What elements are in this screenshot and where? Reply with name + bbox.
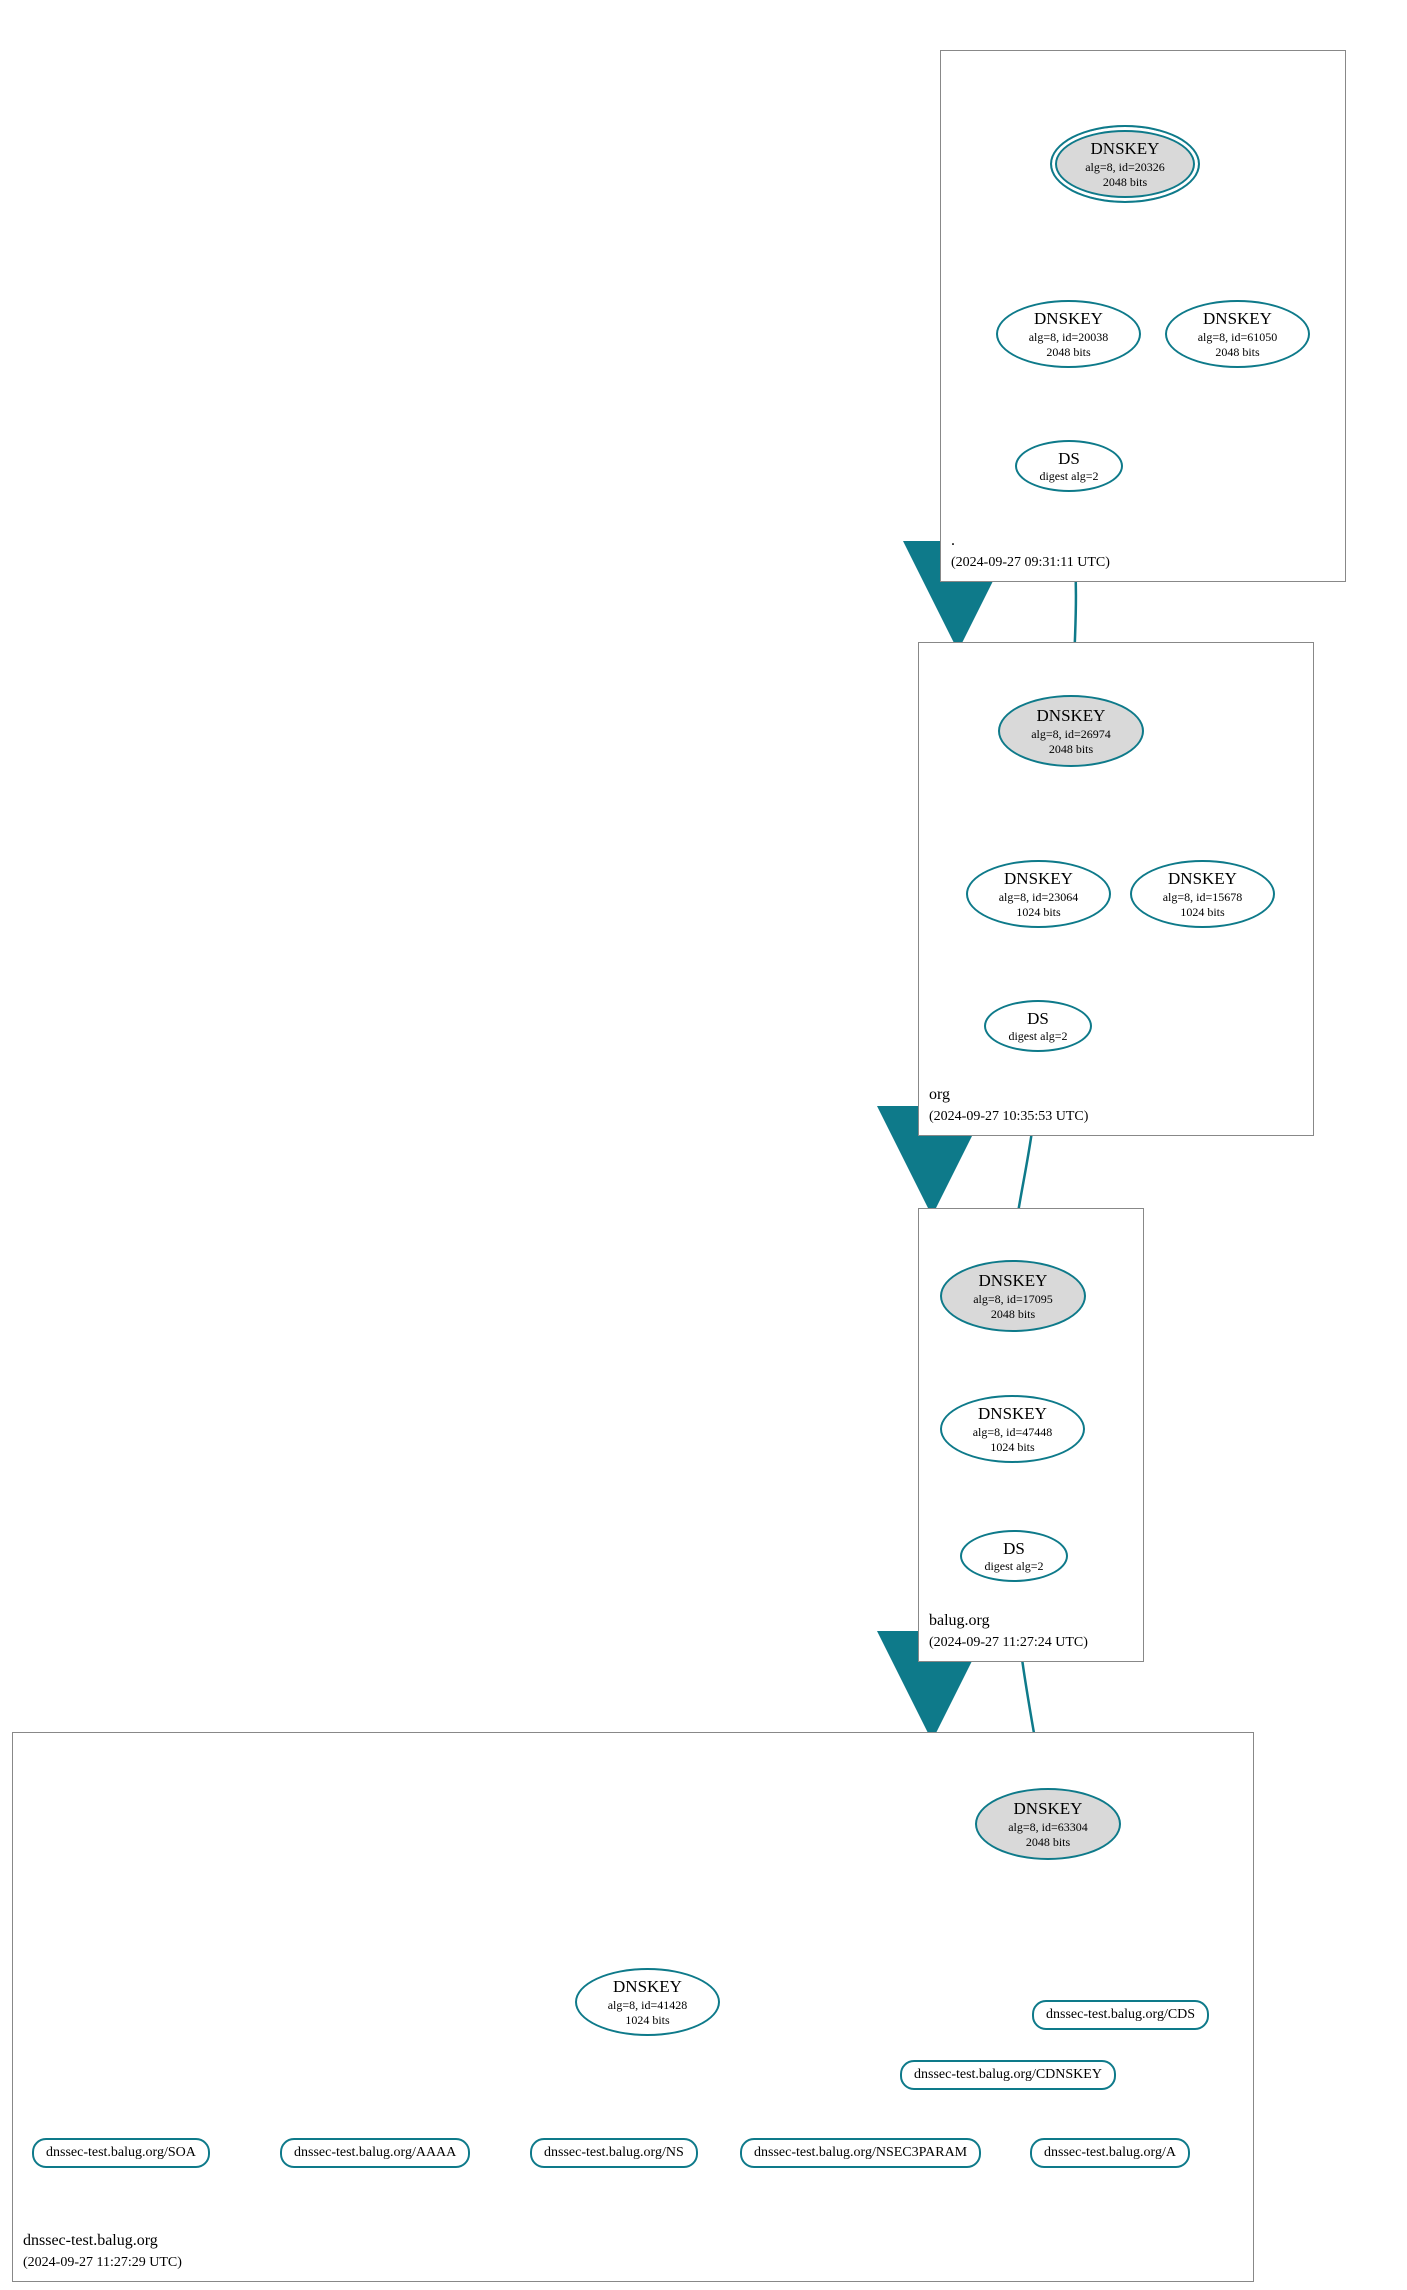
- zone-root-label: . (2024-09-27 09:31:11 UTC): [951, 530, 1110, 573]
- node-test-ksk: DNSKEY alg=8, id=63304 2048 bits: [975, 1788, 1121, 1860]
- node-sub2: 1024 bits: [1180, 905, 1224, 920]
- node-title: DNSKEY: [979, 1270, 1048, 1291]
- node-sub: alg=8, id=41428: [608, 1998, 688, 2013]
- node-root-ds: DS digest alg=2: [1015, 440, 1123, 492]
- zone-balug-name: balug.org: [929, 1612, 990, 1629]
- node-title: DNSKEY: [1037, 705, 1106, 726]
- rr-cds: dnssec-test.balug.org/CDS: [1032, 2000, 1209, 2030]
- rr-label: dnssec-test.balug.org/NSEC3PARAM: [754, 2144, 967, 2162]
- rr-a: dnssec-test.balug.org/A: [1030, 2138, 1190, 2168]
- node-sub2: 1024 bits: [1016, 905, 1060, 920]
- node-title: DNSKEY: [1203, 308, 1272, 329]
- zone-balug-ts: (2024-09-27 11:27:24 UTC): [929, 1635, 1088, 1650]
- node-sub2: 2048 bits: [991, 1307, 1035, 1322]
- node-sub: alg=8, id=20038: [1029, 330, 1109, 345]
- rr-cdnskey: dnssec-test.balug.org/CDNSKEY: [900, 2060, 1116, 2090]
- zone-balug-label: balug.org (2024-09-27 11:27:24 UTC): [929, 1610, 1088, 1653]
- node-sub2: 2048 bits: [1049, 742, 1093, 757]
- rr-soa: dnssec-test.balug.org/SOA: [32, 2138, 210, 2168]
- node-sub: digest alg=2: [984, 1559, 1043, 1574]
- rr-label: dnssec-test.balug.org/CDNSKEY: [914, 2066, 1102, 2084]
- rr-label: dnssec-test.balug.org/CDS: [1046, 2006, 1195, 2024]
- node-root-ksk: DNSKEY alg=8, id=20326 2048 bits: [1050, 125, 1200, 203]
- node-title: DNSKEY: [1091, 138, 1160, 159]
- node-sub: digest alg=2: [1008, 1029, 1067, 1044]
- node-root-extra: DNSKEY alg=8, id=61050 2048 bits: [1165, 300, 1310, 368]
- rr-label: dnssec-test.balug.org/A: [1044, 2144, 1176, 2162]
- node-org-extra: DNSKEY alg=8, id=15678 1024 bits: [1130, 860, 1275, 928]
- node-title: DNSKEY: [1034, 308, 1103, 329]
- zone-org-ts: (2024-09-27 10:35:53 UTC): [929, 1109, 1088, 1124]
- zone-root-name: .: [951, 532, 955, 549]
- node-title: DNSKEY: [613, 1976, 682, 1997]
- node-sub: alg=8, id=15678: [1163, 890, 1243, 905]
- rr-nsec3param: dnssec-test.balug.org/NSEC3PARAM: [740, 2138, 981, 2168]
- node-sub: alg=8, id=23064: [999, 890, 1079, 905]
- node-sub2: 2048 bits: [1046, 345, 1090, 360]
- node-org-zsk: DNSKEY alg=8, id=23064 1024 bits: [966, 860, 1111, 928]
- node-sub: alg=8, id=47448: [973, 1425, 1053, 1440]
- node-title: DS: [1027, 1008, 1049, 1029]
- node-sub: alg=8, id=17095: [973, 1292, 1053, 1307]
- node-balug-zsk: DNSKEY alg=8, id=47448 1024 bits: [940, 1395, 1085, 1463]
- node-sub2: 1024 bits: [625, 2013, 669, 2028]
- node-title: DS: [1058, 448, 1080, 469]
- node-sub: alg=8, id=63304: [1008, 1820, 1088, 1835]
- node-title: DNSKEY: [978, 1403, 1047, 1424]
- node-title: DS: [1003, 1538, 1025, 1559]
- zone-root-ts: (2024-09-27 09:31:11 UTC): [951, 555, 1110, 570]
- node-sub: alg=8, id=20326: [1085, 160, 1165, 175]
- node-title: DNSKEY: [1168, 868, 1237, 889]
- node-root-zsk: DNSKEY alg=8, id=20038 2048 bits: [996, 300, 1141, 368]
- zone-org-label: org (2024-09-27 10:35:53 UTC): [929, 1084, 1088, 1127]
- node-balug-ds: DS digest alg=2: [960, 1530, 1068, 1582]
- rr-label: dnssec-test.balug.org/NS: [544, 2144, 684, 2162]
- zone-org-name: org: [929, 1086, 950, 1103]
- node-sub2: 2048 bits: [1103, 175, 1147, 190]
- zone-test-name: dnssec-test.balug.org: [23, 2232, 158, 2249]
- node-org-ksk: DNSKEY alg=8, id=26974 2048 bits: [998, 695, 1144, 767]
- rr-label: dnssec-test.balug.org/SOA: [46, 2144, 196, 2162]
- rr-ns: dnssec-test.balug.org/NS: [530, 2138, 698, 2168]
- zone-test-label: dnssec-test.balug.org (2024-09-27 11:27:…: [23, 2230, 182, 2273]
- node-sub2: 1024 bits: [990, 1440, 1034, 1455]
- zone-test-ts: (2024-09-27 11:27:29 UTC): [23, 2255, 182, 2270]
- node-balug-ksk: DNSKEY alg=8, id=17095 2048 bits: [940, 1260, 1086, 1332]
- node-sub2: 2048 bits: [1026, 1835, 1070, 1850]
- node-title: DNSKEY: [1004, 868, 1073, 889]
- node-sub: digest alg=2: [1039, 469, 1098, 484]
- node-test-zsk: DNSKEY alg=8, id=41428 1024 bits: [575, 1968, 720, 2036]
- node-org-ds: DS digest alg=2: [984, 1000, 1092, 1052]
- node-title: DNSKEY: [1014, 1798, 1083, 1819]
- node-sub2: 2048 bits: [1215, 345, 1259, 360]
- node-sub: alg=8, id=26974: [1031, 727, 1111, 742]
- node-sub: alg=8, id=61050: [1198, 330, 1278, 345]
- rr-label: dnssec-test.balug.org/AAAA: [294, 2144, 456, 2162]
- rr-aaaa: dnssec-test.balug.org/AAAA: [280, 2138, 470, 2168]
